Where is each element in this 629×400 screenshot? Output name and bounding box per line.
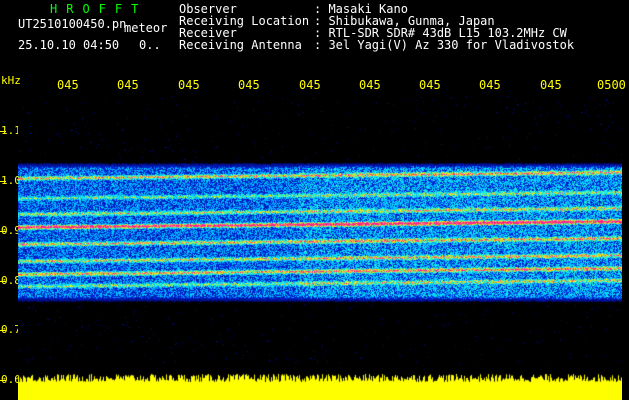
meta-values: : Masaki Kano : Shibukawa, Gunma, Japan … xyxy=(314,3,574,51)
x-label: 045 xyxy=(419,78,441,92)
app-title: HROFFT xyxy=(50,2,148,16)
noise-level-strip xyxy=(18,372,622,400)
x-label: 045 xyxy=(479,78,501,92)
x-label: 045 xyxy=(57,78,79,92)
x-label: 045 xyxy=(540,78,562,92)
frequency-unit-label: kHz xyxy=(1,74,21,87)
x-label: 045 xyxy=(359,78,381,92)
count-label: 0.. xyxy=(139,38,161,52)
y-tick xyxy=(0,281,6,282)
x-label: 045 xyxy=(117,78,139,92)
y-tick xyxy=(0,181,6,182)
y-tick xyxy=(0,131,6,132)
y-tick xyxy=(0,380,6,381)
y-tick xyxy=(0,330,6,331)
detection-tag: meteor xyxy=(124,21,168,35)
x-label: 0500 xyxy=(597,78,626,92)
timestamp-label: 25.10.10 04:50 xyxy=(18,38,120,52)
filename-label: UT2510100450.pn xyxy=(18,17,127,31)
meta-key-antenna: Receiving Antenna xyxy=(179,38,302,52)
x-label: 045 xyxy=(238,78,260,92)
meta-keys: Observer Receiving Location Receiver Rec… xyxy=(179,3,309,51)
meta-val-antenna: : 3el Yagi(V) Az 330 for Vladivostok xyxy=(314,38,575,52)
x-label: 045 xyxy=(299,78,321,92)
spectrogram xyxy=(18,96,622,364)
x-label: 045 xyxy=(178,78,200,92)
y-tick xyxy=(0,231,6,232)
